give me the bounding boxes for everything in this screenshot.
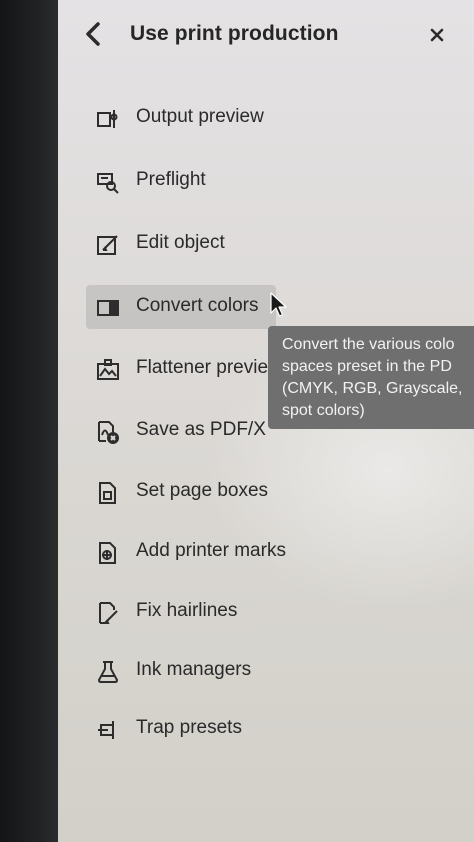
- menu-item-label: Fix hairlines: [136, 600, 238, 621]
- panel-header: Use print production: [58, 0, 474, 70]
- menu-item-fix-hairlines[interactable]: Fix hairlines: [86, 590, 276, 634]
- menu-item-label: Add printer marks: [136, 540, 286, 561]
- tooltip-line: (CMYK, RGB, Grayscale,: [282, 380, 463, 397]
- monitor-bezel: [0, 0, 58, 842]
- menu-item-label: Set page boxes: [136, 480, 269, 501]
- menu-item-label: Flattener previe: [136, 357, 269, 378]
- output-preview-icon: [96, 107, 120, 131]
- menu-item-convert-colors[interactable]: Convert colors: [86, 285, 276, 329]
- edit-object-icon: [96, 233, 120, 257]
- tooltip-line: Convert the various colo: [282, 336, 455, 353]
- menu-item-save-as-pdfx[interactable]: Save as PDF/X: [86, 409, 276, 453]
- menu-item-output-preview[interactable]: Output preview: [86, 96, 276, 140]
- close-button[interactable]: [428, 26, 446, 44]
- chevron-left-icon: [86, 22, 100, 46]
- print-production-panel: Use print production Output preview Pref…: [58, 0, 474, 842]
- fix-hairlines-icon: [96, 601, 120, 625]
- menu-item-edit-object[interactable]: Edit object: [86, 222, 276, 266]
- trap-presets-icon: [96, 718, 120, 742]
- preflight-icon: [96, 170, 120, 194]
- menu-item-ink-managers[interactable]: Ink managers: [86, 649, 276, 693]
- menu-item-label: Trap presets: [136, 717, 242, 738]
- menu-item-flattener-preview[interactable]: Flattener previe: [86, 347, 276, 391]
- close-icon: [430, 28, 444, 42]
- ink-manager-icon: [96, 660, 120, 684]
- menu-item-label: Convert colors: [136, 295, 259, 316]
- back-button[interactable]: [82, 20, 106, 48]
- menu-item-label: Save as PDF/X: [136, 419, 266, 440]
- convert-colors-tooltip: Convert the various colo spaces preset i…: [268, 326, 474, 429]
- panel-title: Use print production: [130, 22, 339, 45]
- save-pdfx-icon: [96, 420, 120, 444]
- flattener-preview-icon: [96, 358, 120, 382]
- menu-item-label: Ink managers: [136, 659, 252, 680]
- printer-marks-icon: [96, 541, 120, 565]
- menu-item-label: Edit object: [136, 232, 225, 253]
- mouse-pointer-icon: [270, 292, 288, 318]
- convert-colors-icon: [96, 296, 120, 320]
- menu-item-preflight[interactable]: Preflight: [86, 159, 276, 203]
- menu-item-label: Output preview: [136, 106, 264, 127]
- page-boxes-icon: [96, 481, 120, 505]
- menu-item-add-printer-marks[interactable]: Add printer marks: [86, 530, 286, 574]
- tooltip-line: spot colors): [282, 402, 365, 419]
- menu-item-set-page-boxes[interactable]: Set page boxes: [86, 470, 276, 514]
- tooltip-line: spaces preset in the PD: [282, 358, 452, 375]
- menu-item-label: Preflight: [136, 169, 206, 190]
- menu-item-trap-presets[interactable]: Trap presets: [86, 707, 276, 751]
